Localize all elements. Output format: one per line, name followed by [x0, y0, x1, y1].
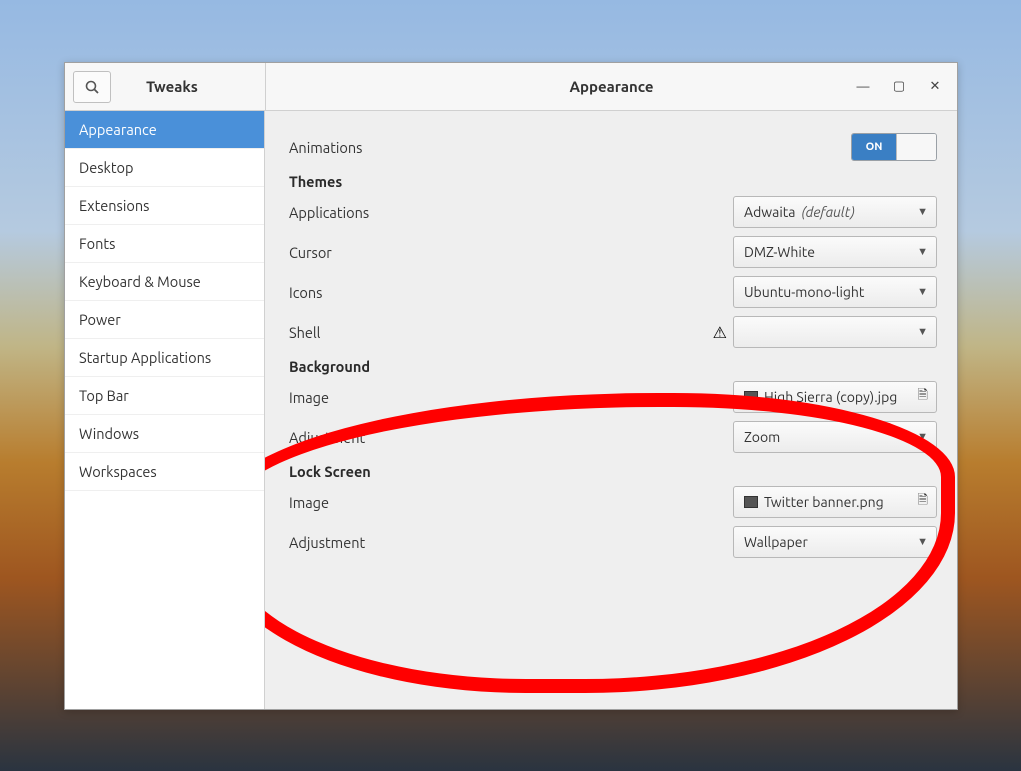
- animations-label: Animations: [289, 139, 851, 156]
- toggle-on-label: ON: [852, 134, 896, 160]
- cursor-combo[interactable]: DMZ-White ▼: [733, 236, 937, 268]
- sidebar-item-top-bar[interactable]: Top Bar: [65, 377, 264, 415]
- window-controls: — ▢ ✕: [847, 73, 951, 101]
- chevron-down-icon: ▼: [917, 431, 928, 443]
- sidebar-item-label: Appearance: [79, 121, 157, 138]
- cursor-value: DMZ-White: [744, 244, 815, 260]
- lockscreen-adjustment-label: Adjustment: [289, 534, 733, 551]
- section-title-background: Background: [289, 358, 937, 375]
- row-background-adjustment: Adjustment Zoom ▼: [289, 417, 937, 457]
- row-shell: Shell ⚠ ▼: [289, 312, 937, 352]
- lockscreen-adjustment-combo[interactable]: Wallpaper ▼: [733, 526, 937, 558]
- background-adjustment-label: Adjustment: [289, 429, 733, 446]
- toggle-knob: [896, 134, 936, 160]
- section-title-themes: Themes: [289, 173, 937, 190]
- search-button[interactable]: [73, 71, 111, 103]
- search-icon: [84, 79, 100, 95]
- lockscreen-image-button[interactable]: Twitter banner.png 🗎: [733, 486, 937, 518]
- animations-toggle[interactable]: ON: [851, 133, 937, 161]
- sidebar-item-appearance[interactable]: Appearance: [65, 111, 264, 149]
- cursor-label: Cursor: [289, 244, 733, 261]
- applications-label: Applications: [289, 204, 733, 221]
- row-animations: Animations ON: [289, 127, 937, 167]
- icons-label: Icons: [289, 284, 733, 301]
- sidebar-item-label: Workspaces: [79, 463, 157, 480]
- lockscreen-image-label: Image: [289, 494, 733, 511]
- sidebar-item-label: Fonts: [79, 235, 115, 252]
- background-adjustment-combo[interactable]: Zoom ▼: [733, 421, 937, 453]
- sidebar: Appearance Desktop Extensions Fonts Keyb…: [65, 111, 265, 709]
- main-content: Animations ON Themes Applications Adwait…: [265, 111, 957, 709]
- icons-combo[interactable]: Ubuntu-mono-light ▼: [733, 276, 937, 308]
- row-applications: Applications Adwaita (default) ▼: [289, 192, 937, 232]
- sidebar-item-label: Desktop: [79, 159, 133, 176]
- sidebar-item-label: Windows: [79, 425, 139, 442]
- sidebar-item-label: Startup Applications: [79, 349, 211, 366]
- lockscreen-adjustment-value: Wallpaper: [744, 534, 808, 550]
- sidebar-item-fonts[interactable]: Fonts: [65, 225, 264, 263]
- sidebar-item-keyboard-mouse[interactable]: Keyboard & Mouse: [65, 263, 264, 301]
- sidebar-item-label: Extensions: [79, 197, 149, 214]
- file-open-icon: 🗎: [918, 491, 928, 513]
- icons-value: Ubuntu-mono-light: [744, 284, 864, 300]
- section-title-lockscreen: Lock Screen: [289, 463, 937, 480]
- titlebar-left: Tweaks: [65, 71, 265, 103]
- chevron-down-icon: ▼: [917, 326, 928, 338]
- background-adjustment-value: Zoom: [744, 429, 780, 445]
- background-image-label: Image: [289, 389, 733, 406]
- image-thumbnail-icon: [744, 496, 758, 508]
- titlebar: Tweaks Appearance — ▢ ✕: [65, 63, 957, 111]
- sidebar-item-desktop[interactable]: Desktop: [65, 149, 264, 187]
- row-background-image: Image High Sierra (copy).jpg 🗎: [289, 377, 937, 417]
- row-lockscreen-adjustment: Adjustment Wallpaper ▼: [289, 522, 937, 562]
- close-button[interactable]: ✕: [919, 73, 951, 101]
- applications-default-suffix: (default): [801, 204, 854, 220]
- chevron-down-icon: ▼: [917, 286, 928, 298]
- tweaks-window: Tweaks Appearance — ▢ ✕ Appearance Deskt…: [64, 62, 958, 710]
- applications-combo[interactable]: Adwaita (default) ▼: [733, 196, 937, 228]
- sidebar-item-workspaces[interactable]: Workspaces: [65, 453, 264, 491]
- sidebar-item-label: Top Bar: [79, 387, 129, 404]
- applications-value: Adwaita: [744, 204, 795, 220]
- app-title: Tweaks: [119, 78, 265, 95]
- background-image-button[interactable]: High Sierra (copy).jpg 🗎: [733, 381, 937, 413]
- shell-combo: ▼: [733, 316, 937, 348]
- warning-icon: ⚠: [713, 323, 733, 342]
- background-image-value: High Sierra (copy).jpg: [764, 389, 897, 405]
- titlebar-right: Appearance — ▢ ✕: [266, 78, 957, 95]
- window-body: Appearance Desktop Extensions Fonts Keyb…: [65, 111, 957, 709]
- minimize-button[interactable]: —: [847, 73, 879, 101]
- sidebar-item-label: Power: [79, 311, 121, 328]
- sidebar-item-windows[interactable]: Windows: [65, 415, 264, 453]
- file-open-icon: 🗎: [918, 386, 928, 408]
- chevron-down-icon: ▼: [917, 206, 928, 218]
- sidebar-item-startup-applications[interactable]: Startup Applications: [65, 339, 264, 377]
- lockscreen-image-value: Twitter banner.png: [764, 494, 884, 510]
- chevron-down-icon: ▼: [917, 536, 928, 548]
- image-thumbnail-icon: [744, 391, 758, 403]
- row-lockscreen-image: Image Twitter banner.png 🗎: [289, 482, 937, 522]
- sidebar-item-label: Keyboard & Mouse: [79, 273, 201, 290]
- shell-label: Shell: [289, 324, 713, 341]
- chevron-down-icon: ▼: [917, 246, 928, 258]
- maximize-button[interactable]: ▢: [883, 73, 915, 101]
- sidebar-item-extensions[interactable]: Extensions: [65, 187, 264, 225]
- sidebar-item-power[interactable]: Power: [65, 301, 264, 339]
- row-icons: Icons Ubuntu-mono-light ▼: [289, 272, 937, 312]
- row-cursor: Cursor DMZ-White ▼: [289, 232, 937, 272]
